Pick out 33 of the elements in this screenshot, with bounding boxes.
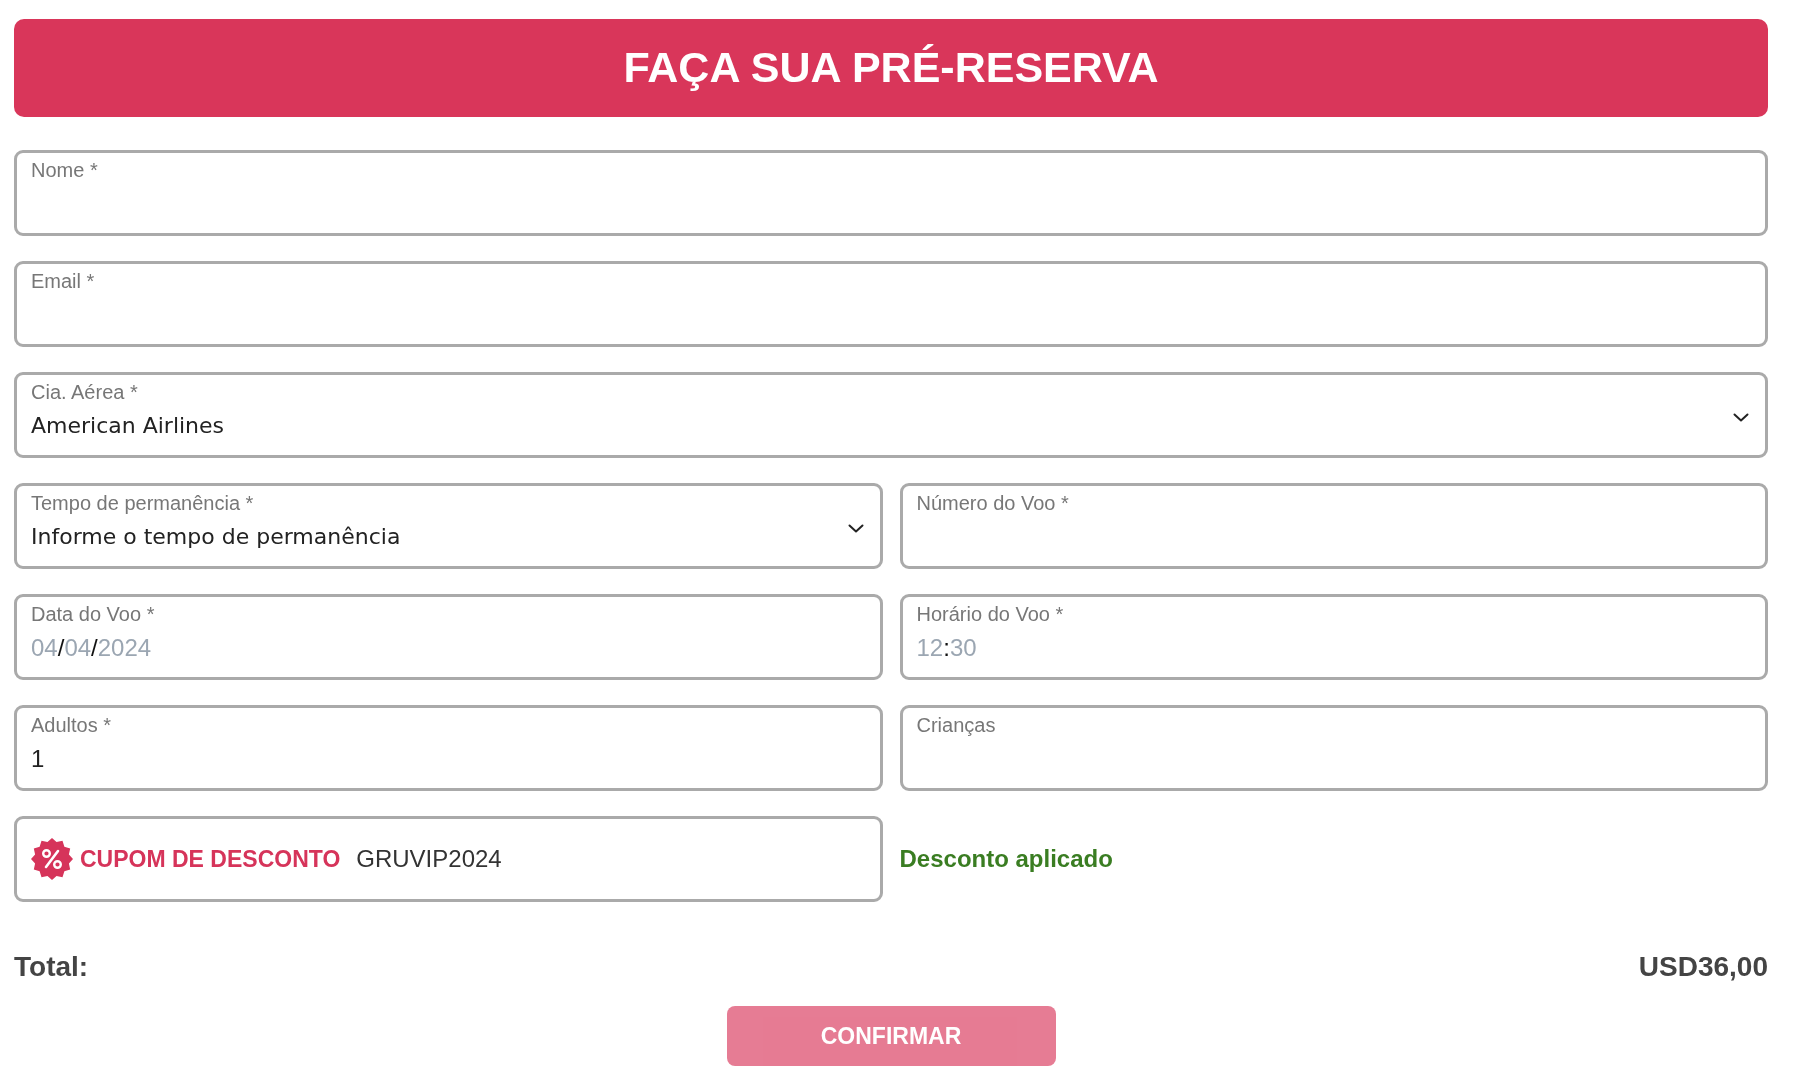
field-label: Cia. Aérea * xyxy=(31,380,138,405)
text-field[interactable]: Email * xyxy=(14,261,1768,347)
dropdown-field[interactable]: Tempo de permanência * Informe o tempo de permanência xyxy=(14,483,883,569)
percent-badge-icon xyxy=(31,838,73,880)
field-label: Nome * xyxy=(31,158,98,183)
field-label: Data do Voo * xyxy=(31,602,155,627)
field-label: Email * xyxy=(31,269,95,294)
field-value: 1 xyxy=(31,744,45,774)
field-label: Adultos * xyxy=(31,713,112,738)
total-label: Total: xyxy=(14,950,89,984)
text-field[interactable]: Adultos * 1 xyxy=(14,705,883,791)
chevron-down-icon xyxy=(847,523,864,533)
placeholder-text: 04/04/2024 xyxy=(31,633,152,663)
field-label: Crianças xyxy=(916,713,996,738)
status-message: Desconto aplicado xyxy=(899,844,1113,874)
field-value: American Airlines xyxy=(31,412,225,440)
field-value: Informe o tempo de permanência xyxy=(31,523,401,551)
text-field[interactable]: Número do Voo * xyxy=(899,483,1768,569)
dropdown-field[interactable]: Cia. Aérea * American Airlines xyxy=(14,372,1768,458)
chevron-down-icon xyxy=(1733,412,1749,422)
total-amount: USD36,00 xyxy=(1638,950,1768,984)
text-field[interactable]: Nome * xyxy=(14,150,1768,236)
field-label: Tempo de permanência * xyxy=(31,491,254,516)
field-label: CUPOM DE DESCONTO xyxy=(80,844,341,874)
coupon-field[interactable]: CUPOM DE DESCONTO GRUVIP2024 xyxy=(14,816,883,902)
text-field[interactable]: Crianças xyxy=(899,705,1768,791)
date-field[interactable]: Data do Voo * 04/04/2024 xyxy=(14,594,883,680)
field-value: GRUVIP2024 xyxy=(356,844,502,874)
time-field[interactable]: Horário do Voo * 12:30 xyxy=(899,594,1768,680)
page-title: FAÇA SUA PRÉ-RESERVA xyxy=(623,44,1159,92)
field-label: Número do Voo * xyxy=(916,491,1069,516)
field-label: Horário do Voo * xyxy=(916,602,1064,627)
placeholder-text: 12:30 xyxy=(916,633,977,663)
